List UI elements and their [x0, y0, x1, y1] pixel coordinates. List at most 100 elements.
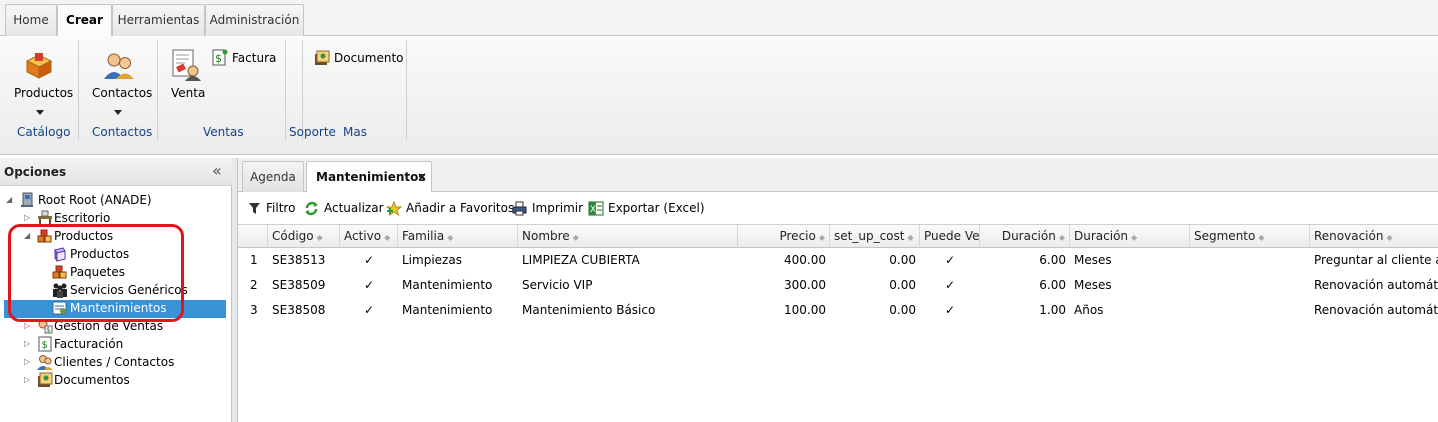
highlight-annotation-box — [8, 224, 184, 322]
grid-header: Código ◆ Activo ◆ Familia ◆ Nombre ◆ Precio ◆… — [238, 224, 1438, 248]
options-panel-title: Opciones — [4, 165, 67, 179]
collapse-icon[interactable]: « — [212, 161, 222, 180]
cell-renovacion: Preguntar al cliente a — [1314, 253, 1438, 267]
sales-document-icon — [172, 49, 201, 81]
venta-button[interactable]: Venta — [166, 46, 208, 104]
column-header-duracion[interactable]: Duración ◆ — [980, 225, 1070, 248]
check-icon: ✓ — [944, 253, 956, 267]
contactos-label: Contactos — [92, 86, 153, 100]
table-row[interactable]: 3 SE38508 ✓ Mantenimiento Mantenimiento … — [238, 298, 1438, 323]
cell-setup-cost: 0.00 — [889, 253, 916, 267]
collapsed-triangle-icon[interactable]: ▷ — [24, 358, 32, 366]
sort-icon: ◆ — [384, 233, 391, 242]
row-number-header — [238, 225, 268, 248]
sort-icon: ◆ — [447, 233, 454, 242]
sort-icon: ◆ — [1058, 233, 1065, 242]
sort-icon: ◆ — [316, 233, 323, 242]
group-label-mas: Mas — [343, 125, 367, 139]
column-header-setup-cost[interactable]: set_up_cost ◆ — [830, 225, 920, 248]
productos-button[interactable]: Productos — [8, 46, 74, 120]
table-row[interactable]: 2 SE38509 ✓ Mantenimiento Servicio VIP 3… — [238, 273, 1438, 298]
svg-text:$: $ — [215, 52, 222, 65]
ribbon-tab-home[interactable]: Home — [5, 4, 57, 36]
group-label-soporte: Soporte — [289, 125, 336, 139]
star-add-icon — [386, 201, 402, 216]
excel-icon: X — [588, 201, 604, 216]
collapsed-triangle-icon[interactable]: ▷ — [24, 340, 32, 348]
print-icon — [512, 201, 527, 216]
invoice-icon: $ — [38, 336, 52, 352]
ribbon-tab-crear[interactable]: Crear — [57, 4, 112, 37]
column-header-puede-ven[interactable]: Puede Ven — [920, 225, 980, 248]
tree-node-clientes-label: Clientes / Contactos — [54, 355, 175, 369]
collapsed-triangle-icon[interactable]: ▷ — [24, 322, 32, 330]
column-header-familia[interactable]: Familia ◆ — [398, 225, 518, 248]
column-header-precio[interactable]: Precio ◆ — [738, 225, 830, 248]
cell-familia: Limpiezas — [402, 253, 462, 267]
column-header-nombre[interactable]: Nombre ◆ — [518, 225, 738, 248]
box-icon — [25, 53, 53, 79]
ribbon-tab-herramientas[interactable]: Herramientas — [112, 4, 205, 36]
collapsed-triangle-icon[interactable]: ▷ — [24, 376, 32, 384]
sort-icon: ◆ — [818, 233, 825, 242]
sort-icon: ◆ — [1386, 233, 1393, 242]
column-header-codigo[interactable]: Código ◆ — [268, 225, 340, 248]
ribbon-separator — [157, 40, 158, 140]
cell-setup-cost: 0.00 — [889, 278, 916, 292]
favoritos-label: Añadir a Favoritos — [406, 201, 515, 215]
cell-nombre: LIMPIEZA CUBIERTA — [522, 253, 640, 267]
cell-precio: 300.00 — [784, 278, 826, 292]
documento-label: Documento — [334, 51, 404, 65]
cell-setup-cost: 0.00 — [889, 303, 916, 317]
cell-codigo: SE38509 — [272, 278, 326, 292]
expanded-triangle-icon[interactable]: ◢ — [6, 196, 14, 204]
tab-agenda[interactable]: Agenda — [242, 161, 304, 192]
column-header-activo[interactable]: Activo ◆ — [340, 225, 398, 248]
check-icon: ✓ — [944, 278, 956, 292]
column-header-segmento[interactable]: Segmento ◆ — [1190, 225, 1310, 248]
document-icon — [315, 50, 330, 65]
sort-icon: ◆ — [907, 233, 914, 242]
cell-duracion-unidad: Meses — [1074, 278, 1112, 292]
ribbon-separator — [406, 40, 407, 140]
column-header-renovacion[interactable]: Renovación ◆ — [1310, 225, 1438, 248]
tree-node-root-label: Root Root (ANADE) — [38, 193, 152, 207]
close-icon[interactable]: × — [417, 162, 427, 192]
filter-icon — [249, 203, 260, 214]
collapsed-triangle-icon[interactable]: ▷ — [24, 214, 32, 222]
svg-text:X: X — [590, 205, 596, 215]
column-header-duracion-unidad[interactable]: Duración ◆ — [1070, 225, 1190, 248]
grid-toolbar: Filtro Actualizar Añadir a Favoritos Imp… — [238, 196, 1438, 222]
cell-codigo: SE38508 — [272, 303, 326, 317]
cell-duracion: 6.00 — [1039, 278, 1066, 292]
cell-duracion-unidad: Meses — [1074, 253, 1112, 267]
cell-segmento — [1190, 273, 1310, 298]
productos-label: Productos — [14, 86, 74, 100]
venta-label: Venta — [171, 86, 206, 100]
group-label-contactos: Contactos — [92, 125, 153, 139]
contactos-button[interactable]: Contactos — [87, 46, 153, 120]
options-panel-header: Opciones « — [0, 158, 232, 186]
cell-duracion-unidad: Años — [1074, 303, 1104, 317]
row-number: 2 — [250, 278, 258, 292]
dropdown-arrow-icon — [114, 110, 122, 115]
ribbon-panel: Productos Contactos Venta $ Factura Docu… — [0, 36, 1438, 155]
ribbon-separator — [285, 40, 286, 140]
ribbon-tab-administracion[interactable]: Administración — [205, 4, 304, 36]
check-icon: ✓ — [363, 278, 375, 292]
cell-precio: 400.00 — [784, 253, 826, 267]
options-panel: Opciones « ◢ Root Root (ANADE) ▷ Escrito… — [0, 158, 232, 422]
factura-button[interactable]: $ Factura — [210, 48, 276, 68]
tab-mantenimientos[interactable]: Mantenimientos × — [306, 161, 432, 192]
documento-button[interactable]: Documento — [312, 48, 404, 68]
cell-nombre: Servicio VIP — [522, 278, 593, 292]
computer-icon — [21, 192, 33, 207]
table-row[interactable]: 1 SE38513 ✓ Limpiezas LIMPIEZA CUBIERTA … — [238, 248, 1438, 273]
documents-icon — [38, 372, 53, 387]
svg-text:$: $ — [42, 340, 48, 351]
factura-label: Factura — [232, 51, 277, 65]
exportar-label: Exportar (Excel) — [608, 201, 705, 215]
cell-duracion: 1.00 — [1039, 303, 1066, 317]
ribbon-tab-bar: Home Crear Herramientas Administración — [0, 0, 1438, 37]
group-label-catalogo: Catálogo — [17, 125, 71, 139]
